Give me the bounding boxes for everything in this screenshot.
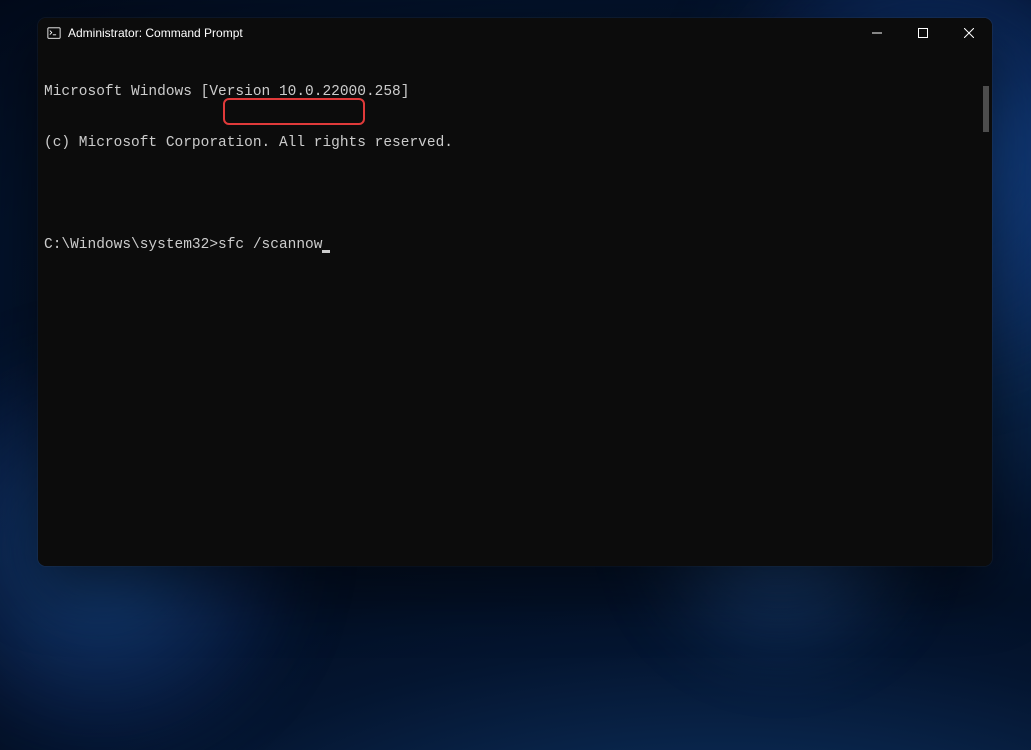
version-line: Microsoft Windows [Version 10.0.22000.25… [44, 84, 986, 101]
copyright-line: (c) Microsoft Corporation. All rights re… [44, 135, 986, 152]
prompt-path: C:\Windows\system32> [44, 237, 218, 253]
terminal-output: Microsoft Windows [Version 10.0.22000.25… [44, 50, 986, 288]
cursor [322, 250, 330, 253]
close-button[interactable] [946, 18, 992, 48]
prompt-line: C:\Windows\system32>sfc /scannow [44, 237, 986, 254]
cmd-icon [46, 25, 62, 41]
terminal-area[interactable]: Microsoft Windows [Version 10.0.22000.25… [38, 48, 992, 566]
maximize-button[interactable] [900, 18, 946, 48]
scrollbar-thumb[interactable] [983, 86, 989, 132]
window-controls [854, 18, 992, 48]
minimize-button[interactable] [854, 18, 900, 48]
command-prompt-window: Administrator: Command Prompt Microsoft … [38, 18, 992, 566]
blank-line [44, 186, 986, 203]
window-title: Administrator: Command Prompt [68, 26, 854, 40]
titlebar[interactable]: Administrator: Command Prompt [38, 18, 992, 48]
command-text: sfc /scannow [218, 237, 322, 253]
